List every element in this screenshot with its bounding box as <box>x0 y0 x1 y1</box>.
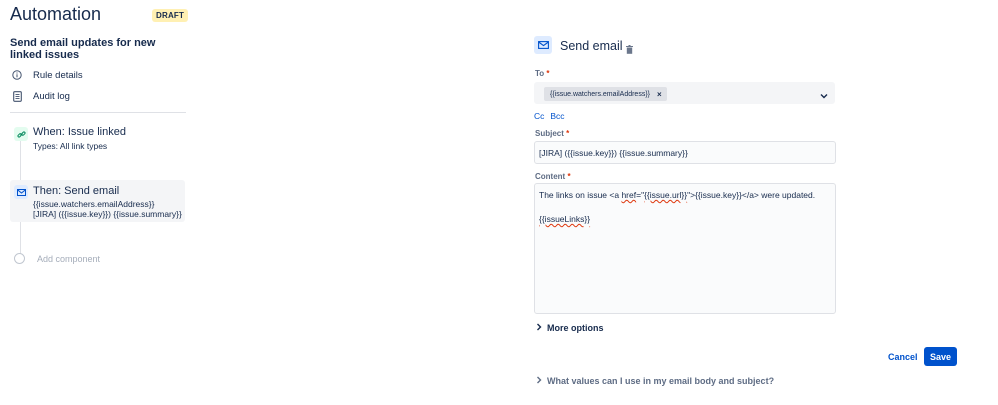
recipient-chip-label: {{issue.watchers.emailAddress}} <box>550 90 650 98</box>
chevron-right-icon <box>536 376 542 386</box>
mail-icon <box>534 36 552 54</box>
subject-input[interactable]: [JIRA] ({{issue.key}}) {{issue.summary}} <box>534 141 836 164</box>
app-title: Automation <box>10 4 102 24</box>
document-icon <box>10 90 24 102</box>
save-button[interactable]: Save <box>924 347 957 366</box>
cc-link[interactable]: Cc <box>534 111 544 121</box>
content-line-2: {{issueLinks}} <box>539 214 591 224</box>
action-step-recipient: {{issue.watchers.emailAddress}} <box>33 199 155 209</box>
content-line-1: The links on issue <a href="{{issue.url}… <box>539 190 816 200</box>
info-icon <box>10 70 24 80</box>
action-step[interactable]: Then: Send email {{issue.watchers.emailA… <box>10 180 185 222</box>
recipient-chip: {{issue.watchers.emailAddress}} × <box>544 87 667 101</box>
chevron-down-icon[interactable] <box>819 88 829 106</box>
remove-recipient-icon[interactable]: × <box>657 90 662 99</box>
sidebar-item-label: Audit log <box>33 90 70 102</box>
subject-label: Subject * <box>535 129 570 138</box>
rule-name: Send email updates for new linked issues <box>10 37 156 61</box>
panel-title: Send email <box>560 39 623 53</box>
trigger-step-title: When: Issue linked <box>33 126 126 138</box>
link-icon <box>14 127 28 141</box>
sidebar-item-label: Rule details <box>33 69 83 81</box>
content-textarea[interactable]: The links on issue <a href="{{issue.url}… <box>534 183 836 314</box>
action-step-title: Then: Send email <box>33 185 120 197</box>
sidebar-item-rule-details[interactable]: Rule details <box>10 67 83 83</box>
add-component-label: Add component <box>37 253 101 264</box>
status-badge: DRAFT <box>152 9 189 22</box>
help-values-label: What values can I use in my email body a… <box>547 376 775 386</box>
content-label: Content * <box>535 172 571 181</box>
sidebar-item-audit-log[interactable]: Audit log <box>10 88 70 104</box>
sidebar-divider <box>10 112 186 113</box>
more-options-label: More options <box>547 323 604 333</box>
trigger-step[interactable]: When: Issue linked Types: All link types <box>10 125 185 155</box>
cancel-button[interactable]: Cancel <box>882 348 924 366</box>
action-step-subject: [JIRA] ({{issue.key}}) {{issue.summary}} <box>33 209 182 219</box>
required-mark: * <box>566 129 570 138</box>
trash-icon[interactable] <box>626 41 633 59</box>
to-label: To * <box>535 69 550 78</box>
to-field[interactable]: {{issue.watchers.emailAddress}} × <box>534 82 835 104</box>
required-mark: * <box>567 172 571 181</box>
more-options-toggle[interactable]: More options <box>536 323 604 333</box>
add-component-circle-icon <box>14 253 25 264</box>
bcc-link[interactable]: Bcc <box>550 111 564 121</box>
add-component-button[interactable]: Add component <box>14 253 100 264</box>
help-values-toggle[interactable]: What values can I use in my email body a… <box>536 376 774 386</box>
cc-bcc-links: Cc Bcc <box>534 111 571 121</box>
mail-icon <box>14 185 28 199</box>
trigger-step-subtitle: Types: All link types <box>33 141 108 151</box>
chevron-right-icon <box>536 323 542 333</box>
required-mark: * <box>546 69 550 78</box>
